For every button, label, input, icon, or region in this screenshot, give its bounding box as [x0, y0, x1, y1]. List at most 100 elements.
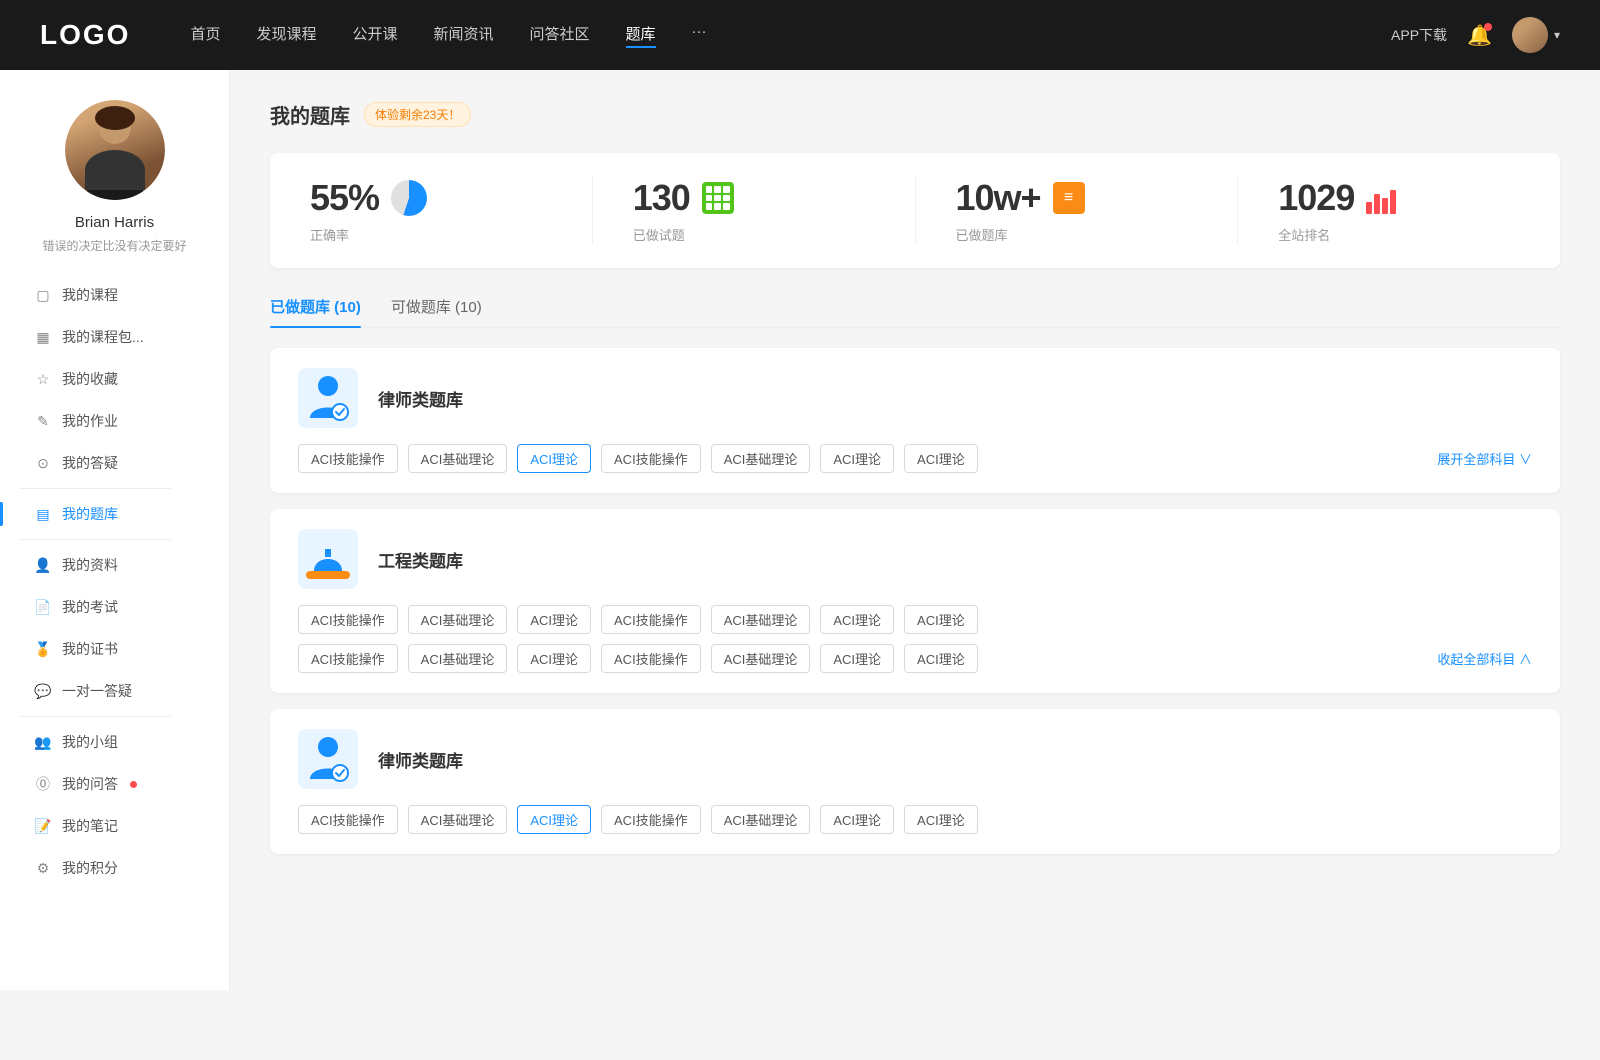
sidebar-divider-1 — [20, 488, 171, 489]
collapse-engineering-button[interactable]: 收起全部科目 ∧ — [1437, 649, 1532, 668]
notification-bell[interactable]: 🔔 — [1467, 23, 1492, 48]
app-download-button[interactable]: APP下载 — [1391, 25, 1447, 45]
star-icon: ☆ — [34, 370, 52, 388]
eng-tag-6[interactable]: ACI理论 — [820, 605, 894, 634]
sidebar-item-my-qa[interactable]: ⓪ 我的问答 — [20, 763, 209, 805]
bar-3 — [1382, 198, 1388, 214]
stat-ranking-label: 全站排名 — [1278, 225, 1330, 244]
sidebar-divider-3 — [20, 716, 171, 717]
tag-4[interactable]: ACI技能操作 — [601, 444, 701, 473]
tab-done-banks[interactable]: 已做题库 (10) — [270, 296, 361, 327]
sidebar-item-certificate[interactable]: 🏅 我的证书 — [20, 628, 209, 670]
cell-3 — [723, 186, 730, 193]
qbank-engineering-tags-row1: ACI技能操作 ACI基础理论 ACI理论 ACI技能操作 ACI基础理论 AC… — [298, 605, 1532, 634]
stat-accuracy: 55% 正确率 — [270, 177, 593, 244]
logo: LOGO — [40, 19, 130, 51]
bar-chart-icon — [1366, 182, 1398, 214]
points-icon: ⚙ — [34, 859, 52, 877]
stat-ranking-top: 1029 — [1278, 177, 1398, 219]
eng-tag-1[interactable]: ACI技能操作 — [298, 605, 398, 634]
sidebar-item-homework-label: 我的作业 — [62, 411, 118, 431]
stat-done-questions-value: 130 — [633, 177, 690, 219]
stat-accuracy-top: 55% — [310, 177, 427, 219]
tag-1[interactable]: ACI技能操作 — [298, 444, 398, 473]
eng-tag-4[interactable]: ACI技能操作 — [601, 605, 701, 634]
nav-question-bank[interactable]: 题库 — [626, 23, 656, 48]
law2-tag-4[interactable]: ACI技能操作 — [601, 805, 701, 834]
engineering-icon — [298, 529, 358, 589]
qbank-engineering-title: 工程类题库 — [378, 547, 463, 572]
chat-icon: 💬 — [34, 682, 52, 700]
eng-tag-11[interactable]: ACI技能操作 — [601, 644, 701, 673]
law2-tag-1[interactable]: ACI技能操作 — [298, 805, 398, 834]
sidebar-avatar — [65, 100, 165, 200]
nav-open-course[interactable]: 公开课 — [352, 23, 397, 48]
law2-tag-6[interactable]: ACI理论 — [820, 805, 894, 834]
stat-accuracy-value: 55% — [310, 177, 379, 219]
sidebar-item-points[interactable]: ⚙ 我的积分 — [20, 847, 209, 889]
grid-orange-icon: ≡ — [1053, 182, 1085, 214]
avatar-image — [1512, 17, 1548, 53]
eng-tag-7[interactable]: ACI理论 — [904, 605, 978, 634]
main-content: 我的题库 体验剩余23天！ 55% 正确率 130 — [230, 70, 1600, 990]
sidebar-item-notes[interactable]: 📝 我的笔记 — [20, 805, 209, 847]
sidebar-motto: 错误的决定比没有决定要好 — [32, 237, 196, 254]
sidebar-item-exam-label: 我的考试 — [62, 597, 118, 617]
sidebar-item-profile[interactable]: 👤 我的资料 — [20, 544, 209, 586]
eng-tag-2[interactable]: ACI基础理论 — [408, 605, 508, 634]
sidebar-item-favorites-label: 我的收藏 — [62, 369, 118, 389]
sidebar: Brian Harris 错误的决定比没有决定要好 ▢ 我的课程 ▦ 我的课程包… — [0, 70, 230, 990]
law2-tag-3[interactable]: ACI理论 — [517, 805, 591, 834]
cell-9 — [723, 203, 730, 210]
sidebar-item-my-courses[interactable]: ▢ 我的课程 — [20, 274, 209, 316]
qbank-card-lawyer2: 律师类题库 ACI技能操作 ACI基础理论 ACI理论 ACI技能操作 ACI基… — [270, 709, 1560, 854]
sidebar-item-group[interactable]: 👥 我的小组 — [20, 721, 209, 763]
bar-4 — [1390, 190, 1396, 214]
expand-lawyer-button[interactable]: 展开全部科目 ∨ — [1437, 449, 1532, 468]
nav-more[interactable]: ··· — [692, 23, 707, 48]
tag-7[interactable]: ACI理论 — [904, 444, 978, 473]
sidebar-item-course-package[interactable]: ▦ 我的课程包... — [20, 316, 209, 358]
sidebar-item-exam[interactable]: 📄 我的考试 — [20, 586, 209, 628]
law2-tag-5[interactable]: ACI基础理论 — [711, 805, 811, 834]
sidebar-item-group-label: 我的小组 — [62, 732, 118, 752]
sidebar-item-question-bank[interactable]: ▤ 我的题库 — [20, 493, 209, 535]
sidebar-item-homework[interactable]: ✎ 我的作业 — [20, 400, 209, 442]
qbank-card-engineering: 工程类题库 ACI技能操作 ACI基础理论 ACI理论 ACI技能操作 ACI基… — [270, 509, 1560, 693]
qbank-lawyer2-title: 律师类题库 — [378, 747, 463, 772]
tag-3[interactable]: ACI理论 — [517, 444, 591, 473]
tag-5[interactable]: ACI基础理论 — [711, 444, 811, 473]
eng-tag-3[interactable]: ACI理论 — [517, 605, 591, 634]
sidebar-item-questions[interactable]: ⊙ 我的答疑 — [20, 442, 209, 484]
stat-done-banks-top: 10w+ ≡ — [956, 177, 1085, 219]
user-avatar-menu[interactable]: ▾ — [1512, 17, 1560, 53]
eng-tag-9[interactable]: ACI基础理论 — [408, 644, 508, 673]
sidebar-menu: ▢ 我的课程 ▦ 我的课程包... ☆ 我的收藏 ✎ 我的作业 ⊙ 我的答疑 ▤ — [0, 274, 229, 889]
law2-tag-7[interactable]: ACI理论 — [904, 805, 978, 834]
stat-done-banks-value: 10w+ — [956, 177, 1041, 219]
eng-tag-8[interactable]: ACI技能操作 — [298, 644, 398, 673]
nav-qa[interactable]: 问答社区 — [530, 23, 590, 48]
tag-2[interactable]: ACI基础理论 — [408, 444, 508, 473]
navbar: LOGO 首页 发现课程 公开课 新闻资讯 问答社区 题库 ··· APP下载 … — [0, 0, 1600, 70]
eng-tag-13[interactable]: ACI理论 — [820, 644, 894, 673]
law2-tag-2[interactable]: ACI基础理论 — [408, 805, 508, 834]
eng-tag-10[interactable]: ACI理论 — [517, 644, 591, 673]
sidebar-avatar-image — [65, 100, 165, 200]
sidebar-item-favorites[interactable]: ☆ 我的收藏 — [20, 358, 209, 400]
cell-4 — [706, 195, 713, 202]
nav-home[interactable]: 首页 — [190, 23, 220, 48]
stat-done-banks: 10w+ ≡ 已做题库 — [916, 177, 1239, 244]
qbank-card-engineering-header: 工程类题库 — [298, 529, 1532, 589]
nav-discover[interactable]: 发现课程 — [256, 23, 316, 48]
group-icon: 👥 — [34, 733, 52, 751]
eng-tag-12[interactable]: ACI基础理论 — [711, 644, 811, 673]
main-header: 我的题库 体验剩余23天！ — [270, 100, 1560, 129]
nav-news[interactable]: 新闻资讯 — [434, 23, 494, 48]
sidebar-item-one-on-one[interactable]: 💬 一对一答疑 — [20, 670, 209, 712]
tag-6[interactable]: ACI理论 — [820, 444, 894, 473]
tab-available-banks[interactable]: 可做题库 (10) — [391, 296, 482, 327]
eng-tag-5[interactable]: ACI基础理论 — [711, 605, 811, 634]
sidebar-item-certificate-label: 我的证书 — [62, 639, 118, 659]
eng-tag-14[interactable]: ACI理论 — [904, 644, 978, 673]
